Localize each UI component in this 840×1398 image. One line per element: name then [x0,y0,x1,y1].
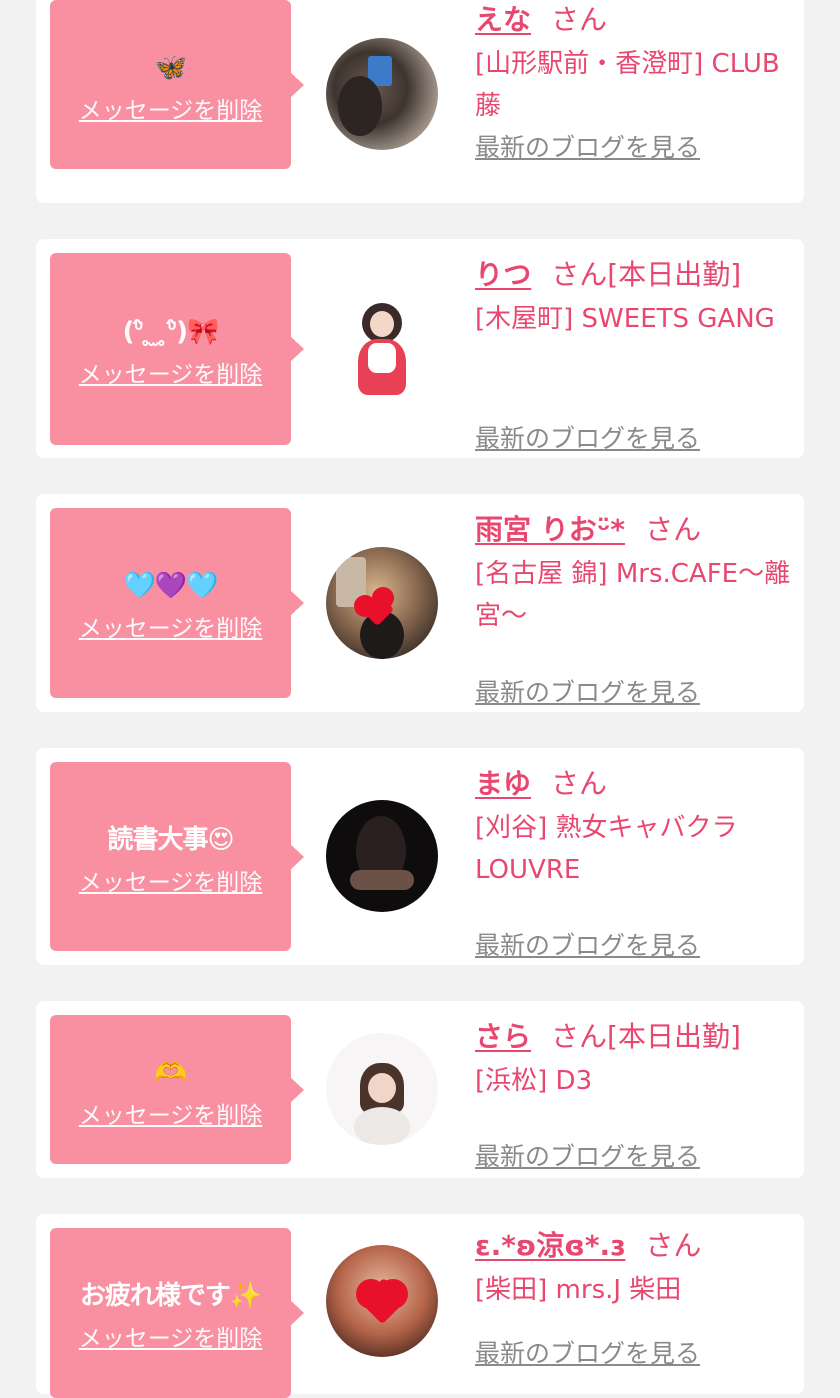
cast-info: さら さん[本日出勤] [浜松] D3 最新のブログを見る [475,1017,793,1171]
cast-info: ɛ.*ʚ涼ɞ*.ɜ さん [柴田] mrs.J 柴田 最新のブログを見る [475,1226,793,1368]
honorific: さん [551,767,608,800]
cast-card: 🦋 メッセージを削除 えな さん [山形駅前・香澄町] CLUB 藤 最新のブログ… [36,0,804,203]
honorific: さん [645,1229,702,1262]
cast-card: 読書大事😍 メッセージを削除 まゆ さん [刈谷] 熟女キャバクラ LOUVRE … [36,748,804,965]
delete-message-link[interactable]: メッセージを削除 [50,1100,291,1132]
shop-name: [刈谷] 熟女キャバクラ LOUVRE [475,813,738,885]
message-text: 🩵💜🩵 [123,571,218,601]
message-bubble: 🩵💜🩵 メッセージを削除 [50,508,304,698]
message-bubble: 🫶 メッセージを削除 [50,1015,304,1164]
message-text: 🫶 [154,1057,187,1088]
cast-info: まゆ さん [刈谷] 熟女キャバクラ LOUVRE 最新のブログを見る [475,764,793,960]
honorific: さん [551,3,608,36]
cast-info: りつ さん[本日出勤] [木屋町] SWEETS GANG 最新のブログを見る [475,255,793,453]
delete-message-link[interactable]: メッセージを削除 [50,867,291,899]
cast-name-link[interactable]: りつ [475,258,531,291]
cast-name-link[interactable]: さら [475,1020,531,1053]
cast-name-link[interactable]: えな [475,3,531,36]
cast-card: 🩵💜🩵 メッセージを削除 雨宮 りおᵕ̈* さん [名古屋 錦] Mrs.CAFE… [36,494,804,712]
cast-card: お疲れ様です✨ メッセージを削除 ɛ.*ʚ涼ɞ*.ɜ さん [柴田] mrs.J … [36,1214,804,1398]
cast-name-link[interactable]: ɛ.*ʚ涼ɞ*.ɜ [475,1229,625,1262]
shop-name: [木屋町] SWEETS GANG [475,304,775,334]
honorific: さん [551,1020,608,1053]
cast-avatar[interactable] [326,547,438,659]
delete-message-link[interactable]: メッセージを削除 [50,1323,291,1355]
delete-message-link[interactable]: メッセージを削除 [50,613,291,645]
cast-avatar[interactable] [326,38,438,150]
cast-name-link[interactable]: 雨宮 りおᵕ̈* [475,513,625,546]
message-bubble: お疲れ様です✨ メッセージを削除 [50,1228,304,1398]
cast-card: (ᐡ̂ ̥ ̫ ̥ᐡ̂)🎀 メッセージを削除 りつ さん[本日出勤] [木屋町] … [36,239,804,458]
honorific: さん [551,258,608,291]
latest-blog-link[interactable]: 最新のブログを見る [475,1141,700,1173]
latest-blog-link[interactable]: 最新のブログを見る [475,677,700,709]
shop-name: [浜松] D3 [475,1066,593,1096]
shift-status: [本日出勤] [607,258,742,291]
message-text: お疲れ様です✨ [79,1281,262,1311]
message-bubble: (ᐡ̂ ̥ ̫ ̥ᐡ̂)🎀 メッセージを削除 [50,253,304,445]
shift-status: [本日出勤] [607,1020,741,1053]
cast-avatar[interactable] [326,1033,438,1145]
shop-name: [山形駅前・香澄町] CLUB 藤 [475,49,780,121]
delete-message-link[interactable]: メッセージを削除 [50,359,291,391]
cast-info: 雨宮 りおᵕ̈* さん [名古屋 錦] Mrs.CAFE～離宮～ 最新のブログを見… [475,510,793,707]
latest-blog-link[interactable]: 最新のブログを見る [475,423,700,455]
shop-name: [名古屋 錦] Mrs.CAFE～離宮～ [475,559,791,631]
message-text: 🦋 [154,52,187,83]
cast-info: えな さん [山形駅前・香澄町] CLUB 藤 最新のブログを見る [475,0,793,162]
latest-blog-link[interactable]: 最新のブログを見る [475,930,700,962]
cast-name-link[interactable]: まゆ [475,767,531,800]
latest-blog-link[interactable]: 最新のブログを見る [475,132,700,164]
message-bubble: 読書大事😍 メッセージを削除 [50,762,304,951]
message-bubble: 🦋 メッセージを削除 [50,0,304,169]
shop-name: [柴田] mrs.J 柴田 [475,1275,682,1305]
delete-message-link[interactable]: メッセージを削除 [50,95,291,127]
cast-avatar[interactable] [326,293,438,405]
latest-blog-link[interactable]: 最新のブログを見る [475,1338,700,1370]
honorific: さん [645,513,702,546]
cast-card: 🫶 メッセージを削除 さら さん[本日出勤] [浜松] D3 最新のブログを見る [36,1001,804,1178]
message-text: (ᐡ̂ ̥ ̫ ̥ᐡ̂)🎀 [122,317,220,347]
message-text: 読書大事😍 [107,824,234,855]
cast-avatar[interactable] [326,1245,438,1357]
cast-avatar[interactable] [326,800,438,912]
